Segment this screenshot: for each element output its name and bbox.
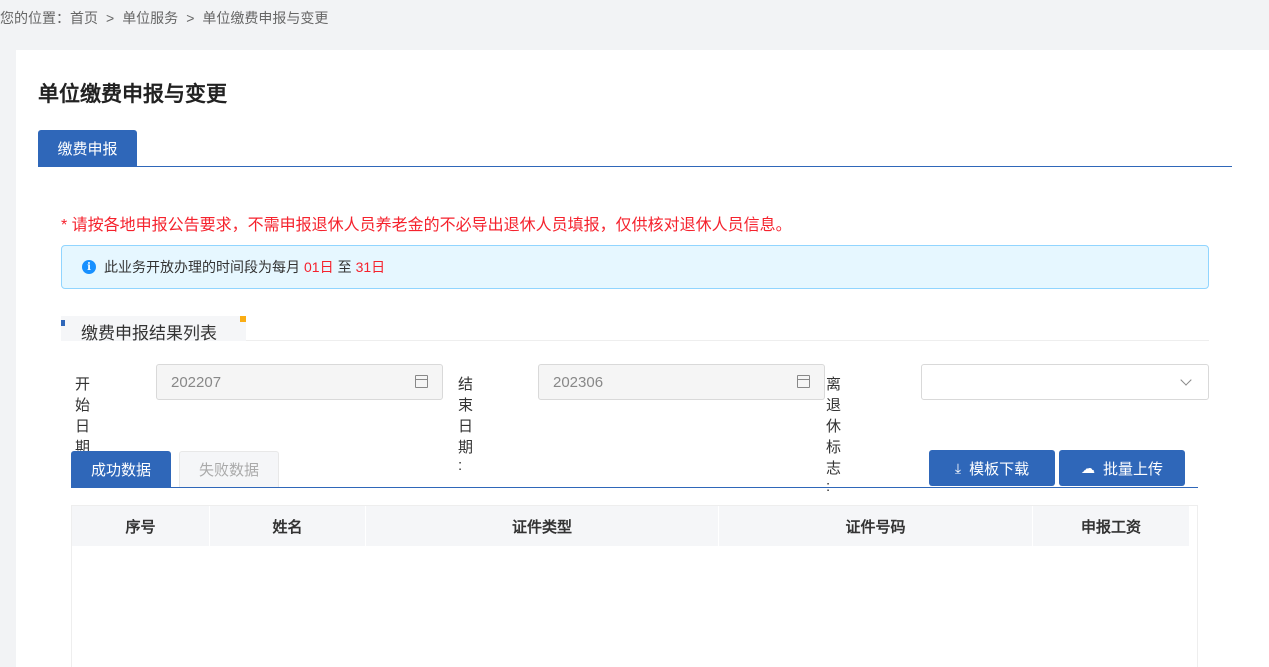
breadcrumb-sep: > — [186, 10, 195, 26]
info-alert: i 此业务开放办理的时间段为每月 01日 至 31日 — [61, 245, 1209, 289]
calendar-icon[interactable] — [415, 375, 428, 388]
download-icon: ⤓ — [954, 459, 962, 476]
table-header: 序号 姓名 证件类型 证件号码 申报工资 — [72, 506, 1190, 546]
content-card: 单位缴费申报与变更 缴费申报 * 请按各地申报公告要求，不需申报退休人员养老金的… — [16, 50, 1269, 667]
col-id-number: 证件号码 — [719, 506, 1033, 546]
tab-success-data[interactable]: 成功数据 — [71, 451, 171, 487]
info-text-before: 此业务开放办理的时间段为每月 — [104, 259, 300, 275]
data-tabs: 成功数据 失败数据 ⤓ 模板下载 ☁ 批量上传 — [71, 450, 1198, 488]
info-text-mid: 至 — [337, 259, 352, 275]
breadcrumb-prefix: 您的位置： — [0, 10, 70, 26]
col-index: 序号 — [72, 506, 210, 546]
retire-flag-select[interactable] — [921, 364, 1209, 400]
col-name: 姓名 — [210, 506, 366, 546]
start-date-value: 202207 — [171, 373, 222, 391]
page-title: 单位缴费申报与变更 — [38, 83, 227, 106]
upload-label: 批量上传 — [1102, 460, 1163, 478]
notice-text: * 请按各地申报公告要求，不需申报退休人员养老金的不必导出退休人员填报，仅供核对… — [61, 217, 792, 234]
end-date-input[interactable]: 202306 — [538, 364, 825, 400]
tab-payment-declaration[interactable]: 缴费申报 — [38, 130, 137, 167]
col-declared-salary: 申报工资 — [1033, 506, 1190, 546]
breadcrumb: 您的位置：首页 > 单位服务 > 单位缴费申报与变更 — [0, 8, 328, 28]
chevron-down-icon — [1180, 374, 1192, 386]
end-date-value: 202306 — [553, 373, 604, 391]
col-id-type: 证件类型 — [366, 506, 719, 546]
breadcrumb-current: 单位缴费申报与变更 — [202, 10, 329, 26]
section-title: 缴费申报结果列表 — [81, 324, 217, 343]
breadcrumb-unit-service[interactable]: 单位服务 — [122, 10, 178, 26]
result-table: 序号 姓名 证件类型 证件号码 申报工资 — [71, 505, 1198, 667]
main-tabs: 缴费申报 — [38, 130, 1232, 167]
calendar-icon[interactable] — [797, 375, 810, 388]
section-mark-right — [240, 316, 246, 322]
start-date-input[interactable]: 202207 — [156, 364, 443, 400]
breadcrumb-sep: > — [106, 10, 115, 26]
breadcrumb-home[interactable]: 首页 — [70, 10, 98, 26]
template-download-button[interactable]: ⤓ 模板下载 — [929, 450, 1055, 486]
info-end-day: 31日 — [355, 259, 386, 275]
info-icon: i — [82, 260, 96, 274]
cloud-upload-icon: ☁ — [1080, 459, 1095, 476]
section-mark-left — [61, 320, 65, 326]
batch-upload-button[interactable]: ☁ 批量上传 — [1059, 450, 1185, 486]
info-start-day: 01日 — [304, 259, 334, 275]
download-label: 模板下载 — [969, 460, 1030, 478]
tab-fail-data[interactable]: 失败数据 — [179, 451, 279, 487]
section-header: 缴费申报结果列表 — [61, 316, 1209, 343]
